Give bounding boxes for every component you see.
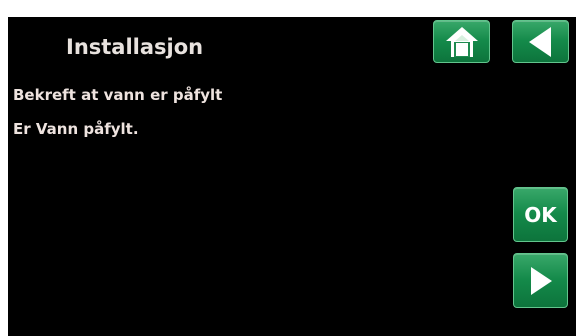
back-button[interactable]: [512, 20, 569, 63]
triangle-right-icon: [530, 266, 552, 295]
ok-button[interactable]: OK: [513, 187, 568, 242]
home-icon: [445, 26, 478, 57]
triangle-left-icon: [528, 26, 551, 57]
home-button[interactable]: [433, 20, 490, 63]
ok-button-label: OK: [524, 202, 557, 227]
confirmation-message: Bekreft at vann er påfylt: [13, 86, 223, 104]
next-button[interactable]: [513, 253, 568, 308]
page-title: Installasjon: [66, 35, 204, 59]
status-message: Er Vann påfylt.: [13, 120, 139, 138]
installation-screen: Installasjon Bekreft at vann er påfylt E…: [8, 17, 576, 336]
